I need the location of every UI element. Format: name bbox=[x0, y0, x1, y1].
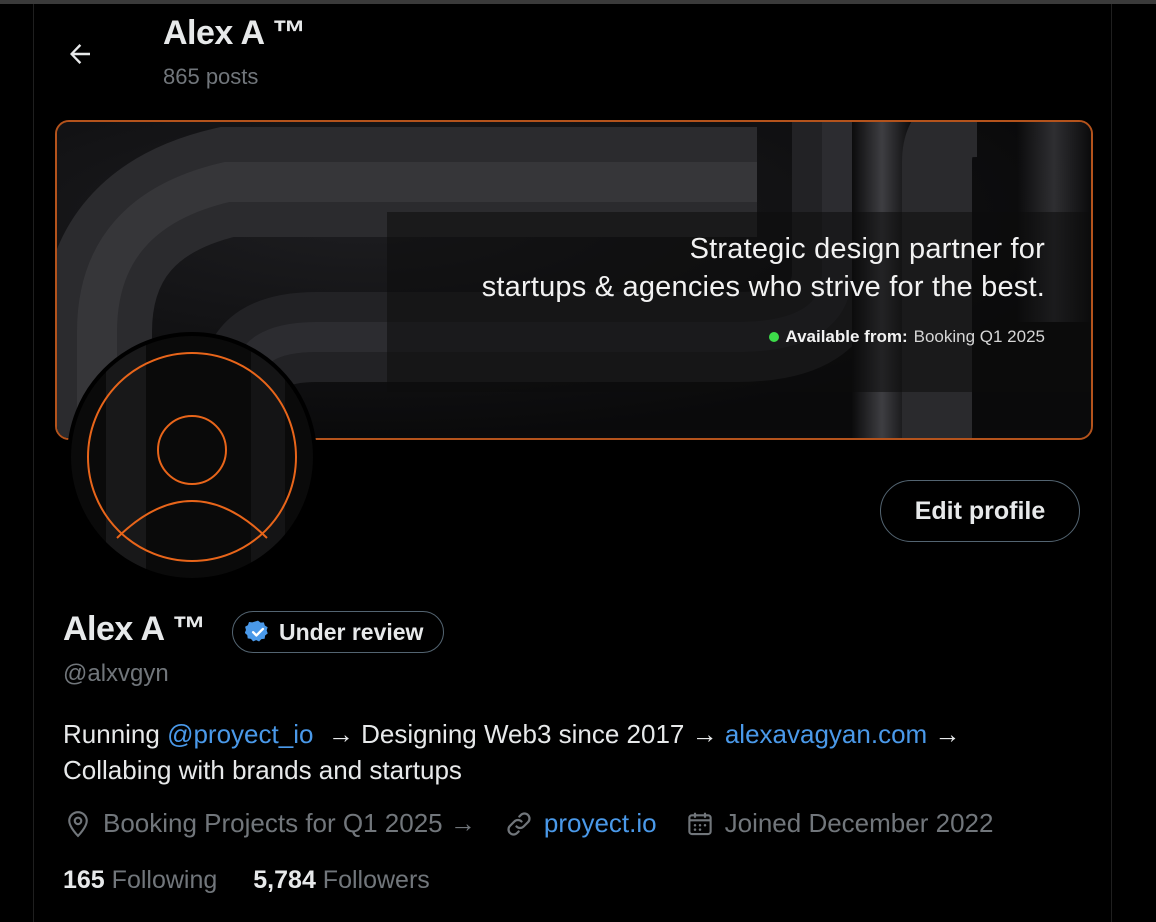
followers-label: Followers bbox=[322, 866, 430, 894]
verification-badge[interactable]: Under review bbox=[232, 611, 445, 653]
availability-label: Available from: bbox=[785, 327, 908, 346]
banner-headline-line1: Strategic design partner for bbox=[689, 233, 1045, 265]
calendar-icon bbox=[687, 812, 712, 835]
followers-count: 5,784 bbox=[253, 866, 316, 894]
bio-website-link[interactable]: alexavagyan.com bbox=[725, 719, 927, 749]
website-item: proyect.io bbox=[504, 808, 657, 839]
edit-profile-button[interactable]: Edit profile bbox=[880, 480, 1080, 542]
following-label: Following bbox=[111, 866, 218, 894]
following-count: 165 bbox=[63, 866, 105, 894]
column-divider-left bbox=[33, 4, 34, 922]
user-outline-icon bbox=[71, 336, 313, 578]
location-pin-icon bbox=[68, 810, 88, 837]
location-text: Booking Projects for Q1 2025 → bbox=[103, 808, 476, 838]
bio-line2: Collabing with brands and startups bbox=[63, 755, 462, 785]
window-top-border bbox=[0, 0, 1156, 4]
joined-item: Joined December 2022 bbox=[685, 808, 994, 839]
bio-text-1: Running bbox=[63, 719, 168, 749]
column-divider-right bbox=[1111, 4, 1112, 922]
profile-handle: @alxvgyn bbox=[63, 660, 169, 687]
profile-name: Alex A ™ bbox=[63, 610, 206, 648]
website-link[interactable]: proyect.io bbox=[544, 808, 657, 839]
link-icon bbox=[507, 811, 531, 836]
avatar[interactable] bbox=[67, 332, 317, 582]
followers-link[interactable]: 5,784 Followers bbox=[253, 866, 430, 895]
bio-line1: Running @proyect_io → Designing Web3 sin… bbox=[63, 716, 1063, 752]
bio-mention-link[interactable]: @proyect_io bbox=[167, 719, 313, 749]
back-button[interactable] bbox=[60, 34, 100, 74]
arrow-left-icon bbox=[70, 44, 90, 64]
badge-label: Under review bbox=[279, 618, 424, 645]
bio-text-3: → bbox=[927, 719, 961, 749]
banner-headline: Strategic design partner for startups & … bbox=[482, 230, 1045, 306]
follow-stats: 165 Following 5,784 Followers bbox=[63, 866, 466, 895]
profile-bio: Running @proyect_io → Designing Web3 sin… bbox=[63, 716, 1063, 788]
profile-meta: Booking Projects for Q1 2025 → proyect.i… bbox=[63, 808, 1021, 839]
header-title: Alex A ™ bbox=[163, 14, 306, 52]
status-dot-icon bbox=[769, 332, 780, 342]
joined-text: Joined December 2022 bbox=[724, 808, 994, 838]
availability-status: Available from: Booking Q1 2025 bbox=[769, 327, 1045, 347]
bio-text-2: → Designing Web3 since 2017 → bbox=[313, 719, 725, 749]
verified-check-icon bbox=[245, 620, 268, 642]
location-item: Booking Projects for Q1 2025 → bbox=[63, 808, 476, 839]
banner-headline-line2: startups & agencies who strive for the b… bbox=[481, 271, 1045, 303]
following-link[interactable]: 165 Following bbox=[63, 866, 217, 895]
post-count: 865 posts bbox=[163, 64, 259, 89]
availability-value: Booking Q1 2025 bbox=[913, 327, 1045, 346]
